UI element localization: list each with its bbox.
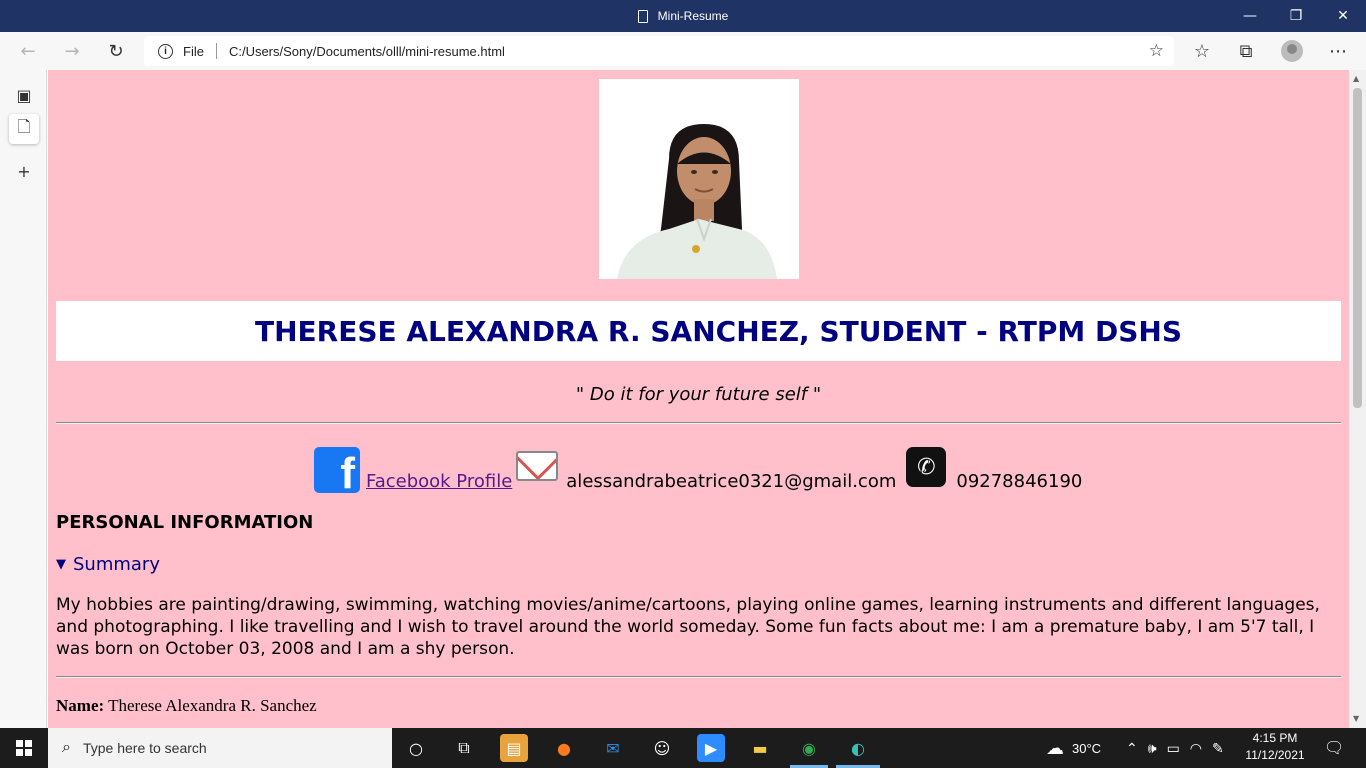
summary-label[interactable]: Summary (73, 554, 160, 575)
restore-button[interactable]: ❐ (1273, 0, 1319, 32)
browser-toolbar: ← → ↻ i File C:/Users/Sony/Documents/oll… (0, 32, 1366, 70)
system-tray: ⌃ 🕪 ▭ ◠ ✎ (1126, 728, 1224, 768)
phone-text: 09278846190 (956, 471, 1083, 492)
tab-mini-resume[interactable]: 🗋 (9, 114, 39, 144)
favorites-icon[interactable]: ☆ (1186, 36, 1218, 66)
triangle-down-icon: ▼ (56, 557, 66, 572)
facebook-profile-link[interactable]: Facebook Profile (366, 471, 512, 492)
address-separator (215, 43, 217, 59)
title-bar: Mini-Resume — ❐ ✕ (0, 0, 1366, 32)
notifications-icon[interactable]: 🗨 (1324, 728, 1344, 768)
cortana-icon[interactable]: ○ (402, 734, 430, 762)
taskbar-clock[interactable]: 4:15 PM 11/12/2021 (1244, 730, 1306, 764)
personal-information-heading: PERSONAL INFORMATION (56, 512, 314, 533)
clock-time: 4:15 PM (1252, 731, 1298, 745)
window-title: Mini-Resume (0, 0, 1366, 32)
tab-actions-icon[interactable]: ▣ (9, 80, 39, 110)
taskbar-search[interactable]: ⌕ Type here to search (48, 728, 392, 768)
name-heading: THERESE ALEXANDRA R. SANCHEZ, STUDENT - … (254, 314, 1183, 348)
taskbar: ⌕ Type here to search ○ ⧉ ▤ ● ✉ ☺ ▶ ▬ ◉ … (0, 728, 1366, 768)
more-icon[interactable]: ⋯ (1322, 36, 1354, 66)
start-button[interactable] (0, 728, 48, 768)
task-view-icon[interactable]: ⧉ (450, 734, 478, 762)
weather-widget[interactable]: ☁ 30°C (1046, 728, 1101, 768)
weather-icon: ☁ (1046, 737, 1064, 758)
temperature-text: 30°C (1072, 740, 1102, 756)
document-icon (637, 9, 648, 23)
facebook-icon[interactable]: f (314, 447, 360, 493)
chevron-up-icon[interactable]: ⌃ (1126, 740, 1138, 757)
profile-icon[interactable] (1281, 40, 1303, 62)
phone-icon: ✆ (906, 447, 947, 487)
wifi-icon[interactable]: ◠ (1190, 740, 1202, 757)
summary-toggle[interactable]: ▼ Summary (56, 554, 160, 575)
name-field: Name: Therese Alexandra R. Sanchez (56, 696, 317, 716)
vertical-tabs-sidebar: ▣ 🗋 + (0, 70, 47, 728)
info-icon[interactable]: i (158, 43, 173, 59)
pen-icon[interactable]: ✎ (1212, 740, 1224, 757)
forward-icon[interactable]: → (56, 36, 88, 66)
profile-photo (599, 79, 799, 279)
scroll-down-icon[interactable]: ▼ (1353, 714, 1359, 723)
store-icon[interactable]: ▤ (500, 734, 528, 762)
mail-icon (516, 451, 559, 481)
scroll-up-icon[interactable]: ▲ (1353, 74, 1359, 83)
address-scheme: File (183, 43, 204, 59)
zoom-icon[interactable]: ▶ (697, 734, 725, 762)
divider (56, 676, 1341, 678)
address-url[interactable]: C:/Users/Sony/Documents/olll/mini-resume… (229, 44, 505, 59)
windows-icon (16, 740, 32, 756)
search-icon: ⌕ (62, 739, 71, 756)
minimize-button[interactable]: — (1227, 0, 1273, 32)
new-tab-icon[interactable]: + (9, 156, 39, 186)
add-favorite-icon[interactable]: ☆ (1149, 41, 1164, 61)
contact-row: f Facebook Profile alessandrabeatrice032… (314, 443, 1082, 493)
mail-app-icon[interactable]: ✉ (599, 734, 627, 762)
firefox-icon[interactable]: ● (550, 734, 578, 762)
name-banner: THERESE ALEXANDRA R. SANCHEZ, STUDENT - … (56, 301, 1341, 361)
name-value: Therese Alexandra R. Sanchez (104, 696, 317, 715)
scrollbar-thumb[interactable] (1353, 88, 1362, 408)
edge-icon[interactable]: ◐ (844, 734, 872, 762)
file-explorer-icon[interactable]: ▬ (746, 734, 774, 762)
collections-icon[interactable]: ⧉ (1230, 36, 1262, 66)
close-button[interactable]: ✕ (1320, 0, 1366, 32)
back-icon[interactable]: ← (12, 36, 44, 66)
window-title-text: Mini-Resume (657, 9, 729, 23)
address-bar[interactable]: i File C:/Users/Sony/Documents/olll/mini… (144, 36, 1174, 66)
name-label: Name: (56, 696, 105, 715)
divider (56, 422, 1341, 424)
battery-icon[interactable]: ▭ (1167, 740, 1180, 757)
page-scrollbar[interactable]: ▲ ▼ (1349, 70, 1366, 728)
teacher-app-icon[interactable]: ☺ (648, 734, 676, 762)
summary-paragraph: My hobbies are painting/drawing, swimmin… (56, 595, 1320, 659)
motto-text: " Do it for your future self " (575, 384, 822, 405)
page-content: THERESE ALEXANDRA R. SANCHEZ, STUDENT - … (48, 70, 1349, 728)
chrome-icon[interactable]: ◉ (795, 734, 823, 762)
clock-date: 11/12/2021 (1245, 748, 1305, 762)
search-placeholder[interactable]: Type here to search (83, 740, 207, 756)
email-text: alessandrabeatrice0321@gmail.com (566, 471, 897, 492)
volume-icon[interactable]: 🕪 (1148, 740, 1157, 757)
refresh-icon[interactable]: ↻ (100, 36, 132, 66)
